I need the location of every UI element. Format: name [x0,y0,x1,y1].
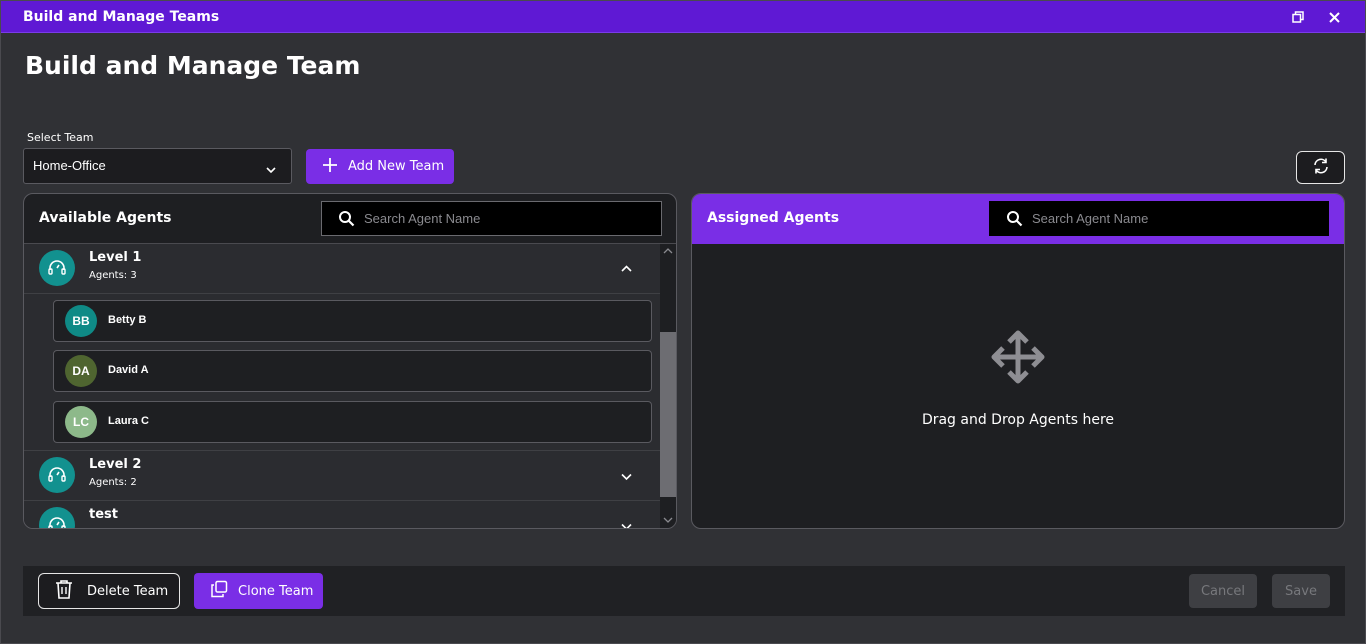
select-team-label: Select Team [27,131,94,144]
agent-card-david-a[interactable]: DA David A [53,350,652,392]
restore-window-icon[interactable] [1288,7,1308,27]
level-1-agent-list: BB Betty B DA David A LC Laura C [24,294,660,451]
scrollbar-thumb[interactable] [660,332,676,497]
delete-team-button[interactable]: Delete Team [38,573,180,609]
available-agents-panel: Available Agents Search Agent Name Level… [23,193,677,529]
assigned-agents-panel: Assigned Agents Search Agent Name Drag a… [691,193,1345,529]
headset-icon [39,507,75,528]
window-title: Build and Manage Teams [23,9,220,25]
team-select-value: Home-Office [33,158,106,173]
agent-card-betty-b[interactable]: BB Betty B [53,300,652,342]
cancel-button[interactable]: Cancel [1189,574,1257,608]
level-agent-count: Agents: 3 [89,270,137,281]
add-new-team-button[interactable]: Add New Team [306,149,454,184]
clone-team-label: Clone Team [238,583,314,599]
page-title: Build and Manage Team [25,51,361,80]
chevron-down-icon [265,161,277,180]
chevron-down-icon[interactable] [620,518,633,528]
level-name: test [89,507,118,522]
assigned-agents-title: Assigned Agents [707,210,840,226]
chevron-down-icon[interactable] [620,468,633,487]
chevron-up-icon[interactable] [620,260,633,279]
level-row-level-2[interactable]: Level 2 Agents: 2 [24,451,660,501]
search-icon [338,210,355,231]
delete-team-label: Delete Team [87,583,169,599]
copy-icon [210,580,228,602]
agent-name: Laura C [108,415,149,427]
agent-card-laura-c[interactable]: LC Laura C [53,401,652,443]
available-agents-header: Available Agents Search Agent Name [24,194,676,244]
move-arrows-icon [988,327,1048,391]
trash-icon [53,578,75,604]
scroll-up-icon[interactable] [663,247,673,255]
title-bar: Build and Manage Teams [1,1,1365,33]
search-icon [1006,210,1023,231]
level-name: Level 2 [89,457,142,472]
level-row-test[interactable]: test [24,501,660,528]
footer-bar: Delete Team Clone Team Cancel Save [23,566,1345,616]
scroll-down-icon[interactable] [663,516,673,524]
agents-scrollbar[interactable] [660,244,676,528]
agent-name: David A [108,364,149,376]
avatar: DA [65,355,97,387]
save-button[interactable]: Save [1272,574,1330,608]
plus-icon [322,157,338,177]
available-agents-title: Available Agents [39,210,172,226]
team-select[interactable]: Home-Office [23,148,292,184]
level-row-level-1[interactable]: Level 1 Agents: 3 [24,244,660,294]
avatar: LC [65,406,97,438]
refresh-icon [1312,157,1330,179]
avatar: BB [65,305,97,337]
level-name: Level 1 [89,250,142,265]
headset-icon [39,250,75,286]
assigned-agents-search-input[interactable]: Search Agent Name [989,201,1329,236]
clone-team-button[interactable]: Clone Team [194,573,323,609]
close-icon[interactable] [1324,7,1344,27]
headset-icon [39,457,75,493]
available-agents-search-input[interactable]: Search Agent Name [321,201,662,236]
app-window: Build and Manage Teams Build and Manage … [0,0,1366,644]
search-placeholder: Search Agent Name [1032,211,1149,226]
search-placeholder: Search Agent Name [364,211,481,226]
refresh-button[interactable] [1296,151,1345,184]
agent-name: Betty B [108,314,147,326]
level-agent-count: Agents: 2 [89,477,137,488]
assigned-agents-header: Assigned Agents Search Agent Name [692,194,1344,244]
add-new-team-label: Add New Team [348,159,445,174]
drop-zone-text: Drag and Drop Agents here [921,412,1115,428]
